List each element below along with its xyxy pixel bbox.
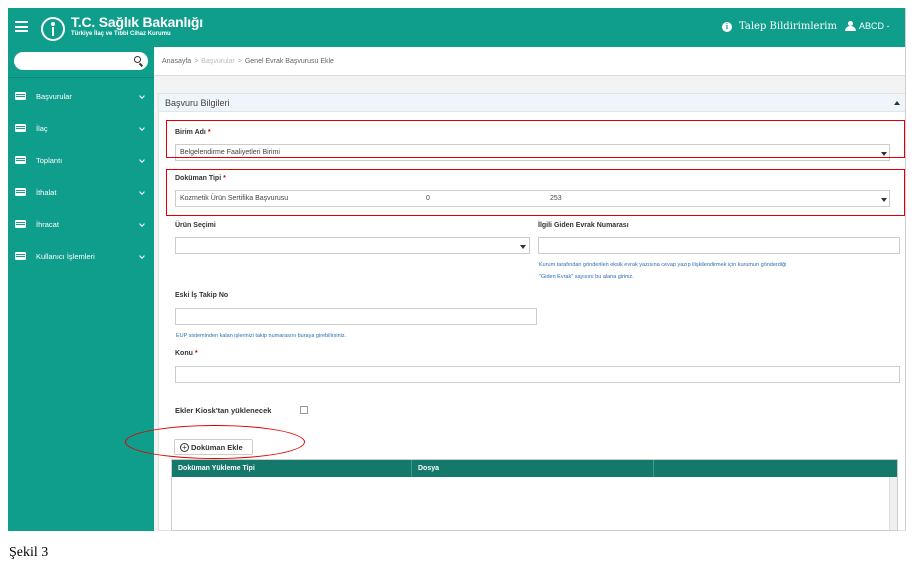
urun-secimi-label: Ürün Seçimi [175,222,216,229]
sidebar-item-toplanti[interactable]: Toplantı [8,149,154,173]
konu-label-text: Konu [175,350,193,357]
list-icon [15,220,26,228]
sidebar-item-label: İthalat [36,188,57,197]
hamburger-icon[interactable] [15,21,28,32]
column-divider [653,460,654,477]
giden-evrak-help-2: "Giden Evrak" sayısını bu alana giriniz. [539,274,634,280]
required-mark: * [194,350,198,357]
table-scrollbar[interactable] [889,477,897,530]
user-icon [845,21,856,31]
giden-evrak-input[interactable] [538,237,900,254]
column-divider [411,460,412,477]
list-icon [15,124,26,132]
app-screenshot: T.C. Sağlık Bakanlığı Türkiye İlaç ve Tı… [8,8,906,531]
sidebar-divider [8,77,154,78]
talep-label: Talep Bildirimlerim [739,21,837,32]
list-icon [15,156,26,164]
info-icon: i [722,21,732,32]
sidebar-item-kullanici-islemleri[interactable]: Kullanıcı İşlemleri [8,245,154,269]
chevron-down-icon [139,93,145,99]
giden-evrak-help-1: Kurum tarafından gönderilen eksik evrak … [539,262,787,268]
eski-is-takip-label: Eski İş Takip No [175,292,229,299]
breadcrumb-separator: > [237,58,242,65]
chevron-down-icon [139,253,145,259]
table-header: Doküman Yükleme Tipi Dosya [172,460,897,477]
ekler-kiosk-label: Ekler Kiosk'tan yüklenecek [175,406,272,415]
chevron-down-icon [139,189,145,195]
highlight-box-birim [166,120,905,158]
ekler-kiosk-checkbox[interactable] [300,406,308,414]
giden-evrak-label: İlgili Giden Evrak Numarası [538,222,629,229]
sidebar-item-label: Başvurular [36,92,72,101]
highlight-oval-dokuman-ekle [125,425,305,459]
ministry-logo-icon [41,17,65,41]
list-icon [15,92,26,100]
figure-caption: Şekil 3 [9,545,49,560]
sidebar-item-ilac[interactable]: İlaç [8,117,154,141]
chevron-down-icon [139,221,145,227]
highlight-box-dokuman-tipi [166,169,905,216]
breadcrumb-current: Genel Evrak Başvurusu Ekle [244,58,334,65]
breadcrumb-separator: > [194,58,199,65]
column-header-dosya[interactable]: Dosya [418,465,439,472]
sidebar-item-basvurular[interactable]: Başvurular [8,85,154,109]
breadcrumb-basvurular-link[interactable]: Başvurular [201,58,234,65]
chevron-down-icon [139,157,145,163]
top-navbar: T.C. Sağlık Bakanlığı Türkiye İlaç ve Tı… [8,8,905,47]
breadcrumb: Anasayfa > Başvurular > Genel Evrak Başv… [162,58,334,65]
sidebar-item-label: Kullanıcı İşlemleri [36,252,95,261]
urun-secimi-select[interactable] [175,237,530,254]
sidebar-item-ithalat[interactable]: İthalat [8,181,154,205]
konu-label: Konu * [175,350,198,357]
eski-is-takip-help: EUP sisteminden kalan işlerinizi takip n… [176,333,347,339]
list-icon [15,188,26,196]
sidebar: Başvurular İlaç Toplantı İthalat İhracat… [8,47,154,531]
collapse-up-icon[interactable] [894,101,900,105]
breadcrumb-bar: Anasayfa > Başvurular > Genel Evrak Başv… [154,47,905,76]
chevron-down-icon [139,125,145,131]
brand-title: T.C. Sağlık Bakanlığı [71,14,203,30]
panel-header[interactable]: Başvuru Bilgileri [159,94,905,112]
search-input[interactable] [22,54,122,68]
talep-bildirimlerim-link[interactable]: i Talep Bildirimlerim [722,21,837,32]
user-label: ABCD - [859,21,890,31]
eski-is-takip-input[interactable] [175,308,537,325]
brand-subtitle: Türkiye İlaç ve Tıbbi Cihaz Kurumu [71,31,171,37]
sidebar-item-label: İlaç [36,124,48,133]
list-icon [15,252,26,260]
sidebar-item-label: Toplantı [36,156,63,165]
sidebar-item-ihracat[interactable]: İhracat [8,213,154,237]
search-icon[interactable] [134,56,141,63]
caret-down-icon [520,245,526,249]
column-header-yukleme-tipi[interactable]: Doküman Yükleme Tipi [178,465,255,472]
konu-input[interactable] [175,366,900,383]
panel-title: Başvuru Bilgileri [165,98,230,108]
dokuman-table: Doküman Yükleme Tipi Dosya [171,459,898,531]
user-menu[interactable]: ABCD - [845,21,890,31]
breadcrumb-home-link[interactable]: Anasayfa [162,58,191,65]
sidebar-search [14,52,148,70]
sidebar-item-label: İhracat [36,220,59,229]
